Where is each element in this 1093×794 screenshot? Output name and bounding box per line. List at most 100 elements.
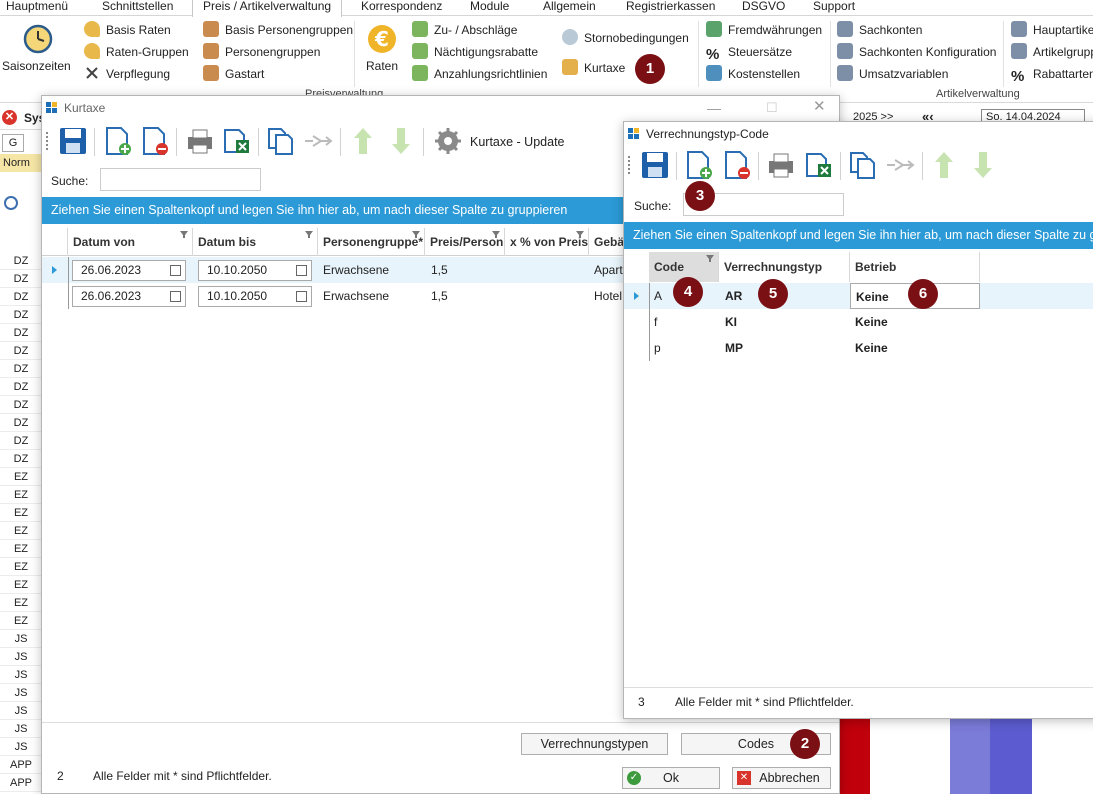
ribbon-rabattarten[interactable]: % Rabattarten xyxy=(1011,64,1093,85)
datum-bis-field[interactable]: 10.10.2050 xyxy=(198,260,312,281)
ribbon-sachkonten[interactable]: Sachkonten xyxy=(837,20,922,40)
datum-bis-field[interactable]: 10.10.2050 xyxy=(198,286,312,307)
filter-icon[interactable] xyxy=(180,231,188,238)
ribbon-fremdwaehrungen[interactable]: Fremdwährungen xyxy=(706,20,822,40)
arrow-down-icon[interactable] xyxy=(386,126,416,156)
filter-icon[interactable] xyxy=(492,231,500,238)
menu-tab-registrierkassen[interactable]: Registrierkassen xyxy=(626,0,715,16)
add-record-icon[interactable] xyxy=(684,150,714,180)
ribbon-raten[interactable]: Raten xyxy=(366,56,398,76)
copy-icon[interactable] xyxy=(848,150,878,180)
ok-button[interactable]: ✓ Ok xyxy=(622,767,720,789)
bg-room-row[interactable]: JS xyxy=(0,738,42,756)
search-input[interactable] xyxy=(100,168,261,191)
gear-icon[interactable] xyxy=(433,126,463,156)
bg-room-row[interactable]: JS xyxy=(0,630,42,648)
calendar-icon[interactable] xyxy=(170,291,181,302)
ribbon-verpflegung[interactable]: Verpflegung xyxy=(84,64,170,84)
arrow-down-icon[interactable] xyxy=(968,150,998,180)
bg-room-row[interactable]: DZ xyxy=(0,252,42,270)
export-excel-icon[interactable] xyxy=(222,126,252,156)
code-cell[interactable]: f xyxy=(649,309,719,335)
verrechnungstyp-cell[interactable]: MP xyxy=(720,335,850,361)
bg-room-row[interactable]: DZ xyxy=(0,378,42,396)
bg-room-row[interactable]: DZ xyxy=(0,324,42,342)
ribbon-kurtaxe[interactable]: Kurtaxe xyxy=(562,58,625,78)
ribbon-kostenstellen[interactable]: Kostenstellen xyxy=(706,64,800,84)
bg-room-row[interactable]: EZ xyxy=(0,486,42,504)
filter-icon[interactable] xyxy=(576,231,584,238)
preis-cell[interactable]: 1,5 xyxy=(426,283,505,309)
ribbon-umsatzvariablen[interactable]: Umsatzvariablen xyxy=(837,64,948,84)
maximize-icon[interactable]: ☐ xyxy=(766,96,778,120)
bg-room-row[interactable]: EZ xyxy=(0,540,42,558)
datum-von-field[interactable]: 26.06.2023 xyxy=(72,286,186,307)
bg-room-row[interactable]: APP xyxy=(0,774,42,792)
menu-tab-hauptmenue[interactable]: Hauptmenü xyxy=(6,0,68,16)
delete-record-icon[interactable] xyxy=(722,150,752,180)
ribbon-gastart[interactable]: Gastart xyxy=(203,64,264,84)
menu-tab-module[interactable]: Module xyxy=(470,0,509,16)
kurtaxe-update-button[interactable]: Kurtaxe - Update xyxy=(470,135,565,149)
ribbon-hauptartikel[interactable]: Hauptartike xyxy=(1011,20,1093,40)
bg-room-row[interactable]: EZ xyxy=(0,576,42,594)
menu-tab-schnittstellen[interactable]: Schnittstellen xyxy=(102,0,173,16)
filter-icon[interactable] xyxy=(412,231,420,238)
bg-room-row[interactable]: DZ xyxy=(0,450,42,468)
bg-room-row[interactable]: DZ xyxy=(0,288,42,306)
ribbon-artikelgruppen[interactable]: Artikelgrupp xyxy=(1011,42,1093,62)
print-icon[interactable] xyxy=(185,126,215,156)
code-cell[interactable]: p xyxy=(649,335,719,361)
col-datum-von[interactable]: Datum von xyxy=(68,228,193,256)
bg-room-row[interactable]: JS xyxy=(0,702,42,720)
bg-room-row[interactable]: DZ xyxy=(0,360,42,378)
filter-icon[interactable] xyxy=(305,231,313,238)
ribbon-saisonzeiten[interactable]: Saisonzeiten xyxy=(2,56,71,76)
betrieb-cell[interactable]: Keine xyxy=(850,335,980,361)
prozent-cell[interactable] xyxy=(505,283,589,309)
delete-record-icon[interactable] xyxy=(140,126,170,156)
ribbon-anzahlungsrichtlinien[interactable]: Anzahlungsrichtlinien xyxy=(412,64,547,84)
bg-room-row[interactable]: EZ xyxy=(0,522,42,540)
save-icon[interactable] xyxy=(640,150,670,180)
col-verrechnungstyp[interactable]: Verrechnungstyp xyxy=(719,252,850,282)
bg-room-row[interactable]: EZ xyxy=(0,468,42,486)
verrechnungstypen-button[interactable]: Verrechnungstypen xyxy=(521,733,668,755)
ribbon-zu-abschlaege[interactable]: Zu- / Abschläge xyxy=(412,20,517,40)
euro-icon[interactable]: € xyxy=(366,23,398,55)
col-preis-person[interactable]: Preis/Person xyxy=(425,228,505,256)
bg-room-row[interactable]: JS xyxy=(0,648,42,666)
group-by-bar[interactable]: Ziehen Sie einen Spaltenkopf und legen S… xyxy=(624,222,1093,249)
preis-cell[interactable]: 1,5 xyxy=(426,257,505,283)
copy-icon[interactable] xyxy=(266,126,296,156)
ribbon-personengruppen[interactable]: Personengruppen xyxy=(203,42,320,62)
col-personengruppe[interactable]: Personengruppe* xyxy=(318,228,425,256)
bg-room-row[interactable]: DZ xyxy=(0,414,42,432)
clock-icon[interactable] xyxy=(22,23,54,55)
menu-tab-dsgvo[interactable]: DSGVO xyxy=(742,0,785,16)
bg-room-row[interactable]: EZ xyxy=(0,594,42,612)
bg-room-row[interactable]: EZ xyxy=(0,504,42,522)
personengruppe-cell[interactable]: Erwachsene xyxy=(318,257,425,283)
bg-room-row[interactable]: EZ xyxy=(0,612,42,630)
bg-room-row[interactable]: DZ xyxy=(0,396,42,414)
prozent-cell[interactable] xyxy=(505,257,589,283)
bg-room-row[interactable]: JS xyxy=(0,684,42,702)
menu-tab-allgemein[interactable]: Allgemein xyxy=(543,0,596,16)
menu-tab-support[interactable]: Support xyxy=(813,0,855,16)
calendar-icon[interactable] xyxy=(170,265,181,276)
filter-icon[interactable] xyxy=(706,255,714,262)
verrechnungstyp-cell[interactable]: KI xyxy=(720,309,850,335)
datum-von-field[interactable]: 26.06.2023 xyxy=(72,260,186,281)
ribbon-steuersaetze[interactable]: % Steuersätze xyxy=(706,42,792,63)
search-icon[interactable] xyxy=(4,196,18,210)
table-row[interactable]: p MP Keine xyxy=(624,335,1093,361)
table-row[interactable]: f KI Keine xyxy=(624,309,1093,335)
arrow-up-icon[interactable] xyxy=(929,150,959,180)
bg-room-row[interactable]: JS xyxy=(0,666,42,684)
link-icon[interactable] xyxy=(885,150,915,180)
calendar-icon[interactable] xyxy=(296,291,307,302)
bg-room-row[interactable]: DZ xyxy=(0,306,42,324)
bg-room-row[interactable]: DZ xyxy=(0,432,42,450)
export-excel-icon[interactable] xyxy=(804,150,834,180)
